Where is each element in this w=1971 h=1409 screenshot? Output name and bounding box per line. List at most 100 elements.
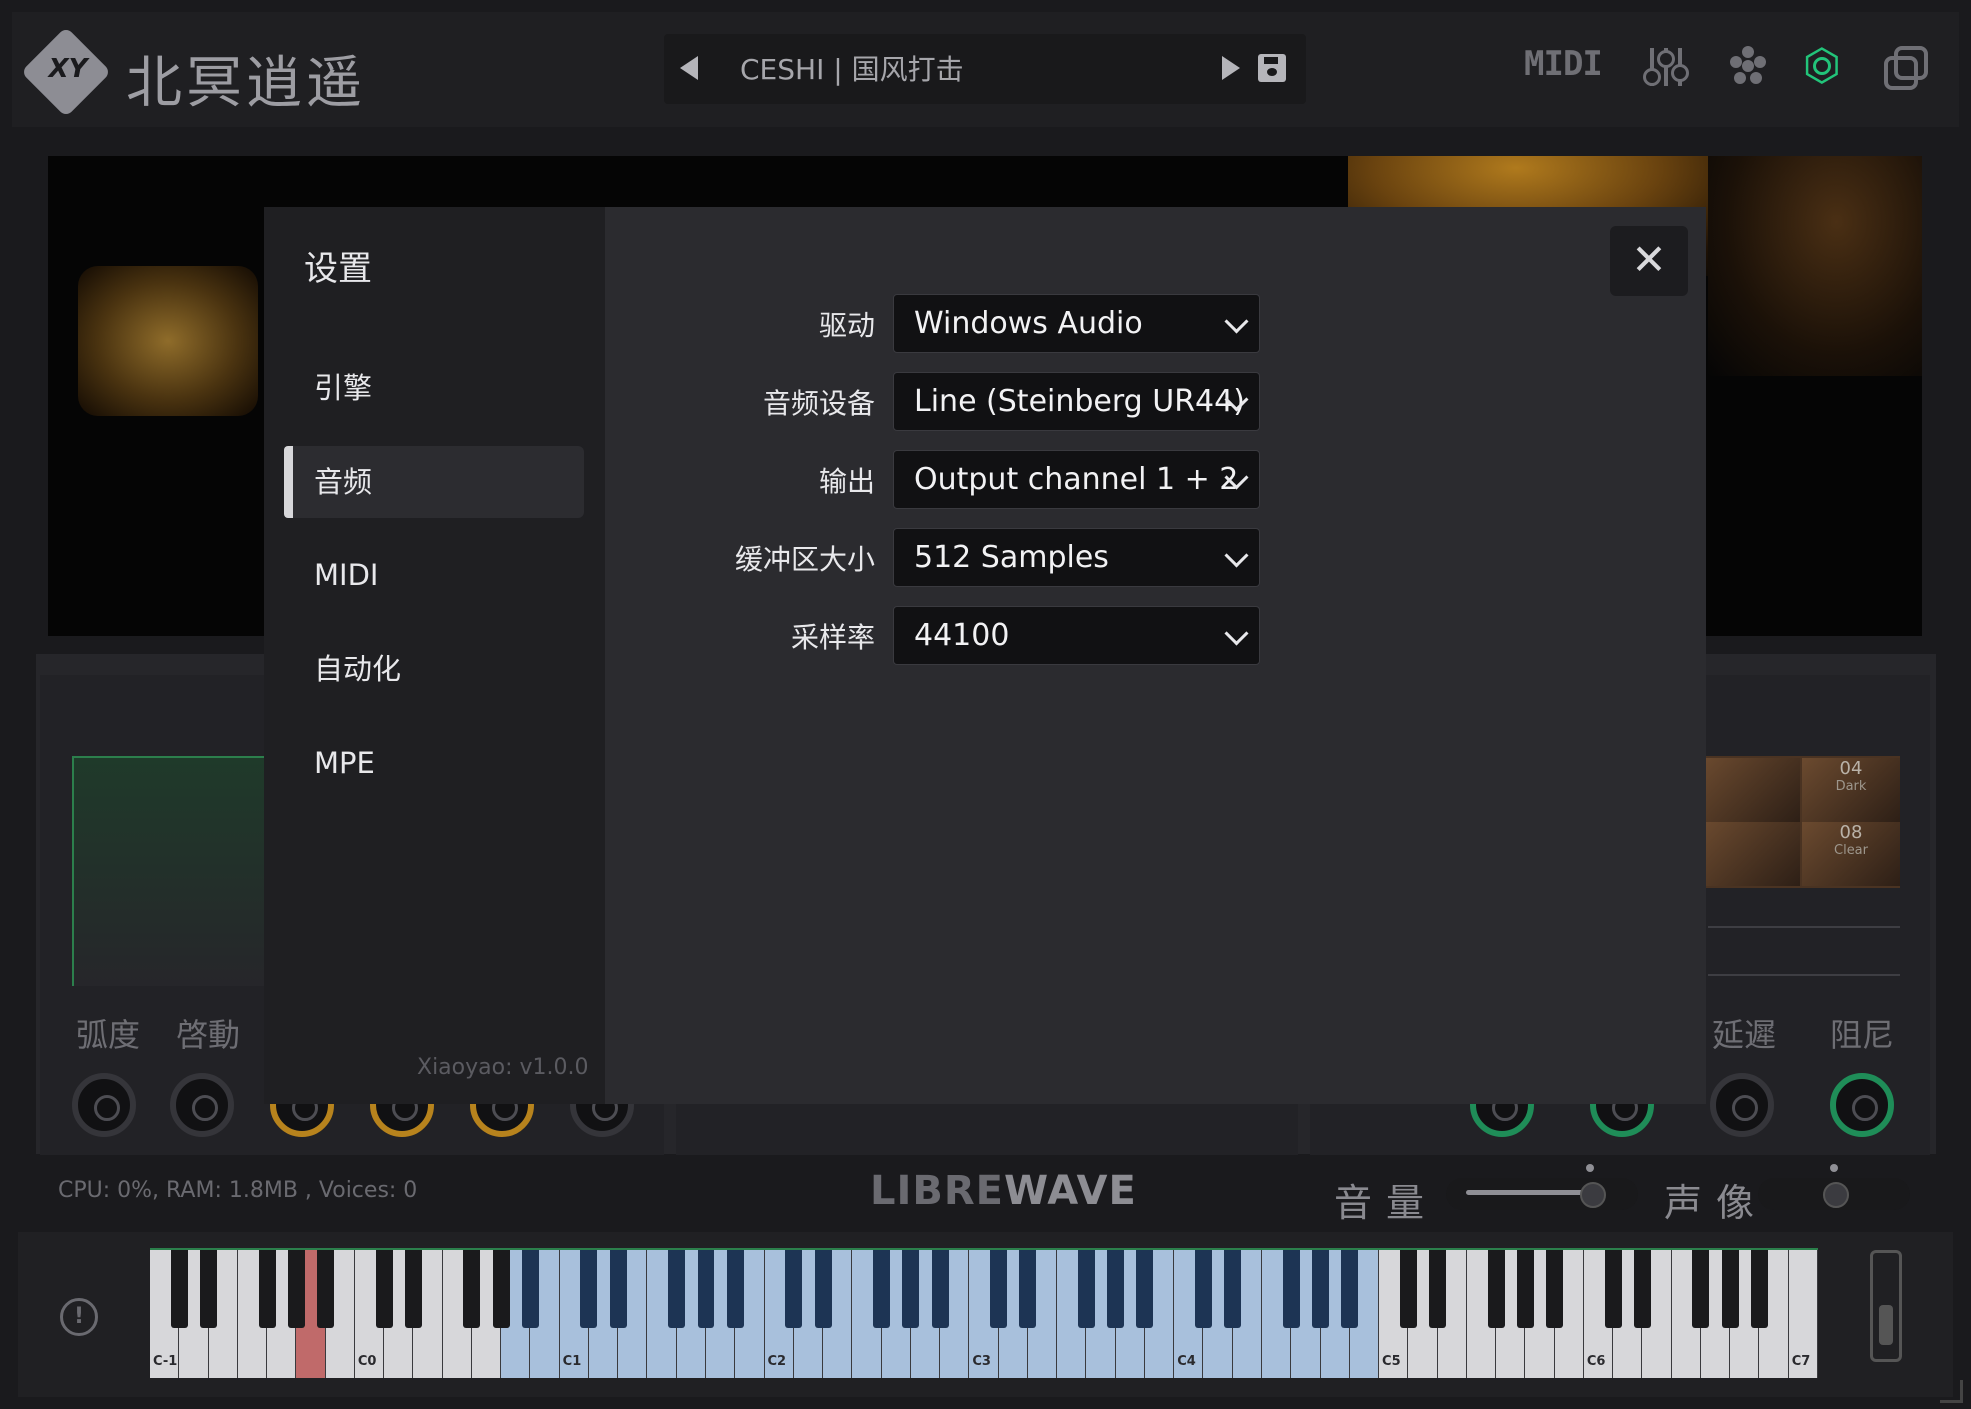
octave-label: C0	[357, 1354, 377, 1369]
envelope-display[interactable]	[72, 756, 274, 986]
preset-name[interactable]: CESHI | 国风打击	[740, 48, 964, 88]
black-key[interactable]	[1399, 1250, 1417, 1328]
chevron-down-icon	[1224, 621, 1249, 646]
black-key[interactable]	[1077, 1250, 1095, 1328]
nav-mpe[interactable]: MPE	[284, 727, 584, 799]
black-key[interactable]	[1750, 1250, 1768, 1328]
next-preset-icon[interactable]	[1222, 56, 1240, 80]
black-key[interactable]	[287, 1250, 305, 1328]
black-key[interactable]	[726, 1250, 744, 1328]
black-key[interactable]	[1487, 1250, 1505, 1328]
save-icon[interactable]	[1258, 54, 1286, 82]
settings-hex-icon[interactable]: ⬡	[1800, 44, 1844, 88]
sample-rate-value: 44100	[914, 618, 1010, 653]
midi-icon[interactable]: MIDI	[1524, 44, 1604, 88]
volume-dot	[1586, 1164, 1594, 1172]
black-key[interactable]	[492, 1250, 510, 1328]
attack-knob[interactable]	[170, 1073, 234, 1137]
black-key[interactable]	[1194, 1250, 1212, 1328]
room-08[interactable]: 08 Clear	[1802, 822, 1900, 886]
flower-icon[interactable]	[1726, 44, 1770, 88]
logo-text: 北冥逍遥	[126, 51, 366, 116]
layers-icon[interactable]	[1882, 44, 1928, 90]
black-key[interactable]	[609, 1250, 627, 1328]
black-key[interactable]	[1341, 1250, 1359, 1328]
black-key[interactable]	[404, 1250, 422, 1328]
nav-engine[interactable]: 引擎	[284, 352, 584, 424]
black-key[interactable]	[1429, 1250, 1447, 1328]
black-key[interactable]	[1282, 1250, 1300, 1328]
mixer-icon[interactable]	[1643, 44, 1689, 88]
volume-thumb[interactable]	[1580, 1182, 1606, 1208]
room-04[interactable]: 04 Dark	[1802, 758, 1900, 822]
plugin-window: XY 北冥逍遥 CESHI | 国风打击 MIDI ⬡ 04 Dark 08 C…	[0, 0, 1971, 1409]
black-key[interactable]	[200, 1250, 217, 1328]
audio-device-select[interactable]: Line (Steinberg UR44)	[893, 372, 1260, 431]
prev-preset-icon[interactable]	[680, 56, 698, 80]
pan-thumb[interactable]	[1823, 1182, 1849, 1208]
black-key[interactable]	[1692, 1250, 1710, 1328]
black-key[interactable]	[814, 1250, 832, 1328]
black-key[interactable]	[1224, 1250, 1242, 1328]
black-key[interactable]	[785, 1250, 803, 1328]
driver-select[interactable]: Windows Audio	[893, 294, 1260, 353]
output-select[interactable]: Output channel 1 + 2	[893, 450, 1260, 509]
nav-midi[interactable]: MIDI	[284, 539, 584, 611]
status-text: CPU: 0%, RAM: 1.8MB , Voices: 0	[58, 1178, 418, 1203]
nav-audio[interactable]: 音频	[284, 446, 584, 518]
black-key[interactable]	[697, 1250, 715, 1328]
output-value: Output channel 1 + 2	[914, 462, 1239, 497]
octave-label: C3	[972, 1354, 991, 1369]
black-key[interactable]	[1604, 1250, 1622, 1328]
octave-label: C2	[767, 1354, 787, 1369]
black-key[interactable]	[1136, 1250, 1154, 1328]
damping-knob[interactable]	[1830, 1073, 1894, 1137]
octave-label: C6	[1586, 1354, 1606, 1369]
curve-knob[interactable]	[72, 1073, 136, 1137]
black-key[interactable]	[521, 1250, 539, 1328]
delay-knob[interactable]	[1710, 1073, 1774, 1137]
black-key[interactable]	[931, 1250, 949, 1328]
black-key[interactable]	[463, 1250, 481, 1328]
black-key[interactable]	[317, 1250, 335, 1328]
black-key[interactable]	[873, 1250, 891, 1328]
black-key[interactable]	[170, 1250, 188, 1328]
drum-image-left	[78, 266, 258, 416]
chevron-down-icon	[1224, 309, 1249, 334]
resize-grip[interactable]	[1940, 1380, 1963, 1403]
close-button[interactable]: ✕	[1610, 226, 1688, 296]
curve-label: 弧度	[76, 1016, 141, 1054]
black-key[interactable]	[1107, 1250, 1125, 1328]
black-key[interactable]	[902, 1250, 920, 1328]
driver-value: Windows Audio	[914, 306, 1143, 341]
buffer-size-select[interactable]: 512 Samples	[893, 528, 1260, 587]
logo-mark: XY	[48, 54, 88, 84]
black-key[interactable]	[1546, 1250, 1564, 1328]
info-icon[interactable]: !	[60, 1298, 98, 1336]
black-key[interactable]	[1721, 1250, 1739, 1328]
brand-part-a: LIBRE	[870, 1168, 1004, 1214]
brand-part-b: WAVE	[1003, 1168, 1137, 1214]
black-key[interactable]	[258, 1250, 276, 1328]
black-key[interactable]	[1516, 1250, 1534, 1328]
black-key[interactable]	[580, 1250, 598, 1328]
chevron-down-icon	[1224, 543, 1249, 568]
room-thumb[interactable]	[1702, 822, 1800, 886]
audio-device-label: 音频设备	[762, 387, 875, 420]
room-number: 04	[1839, 758, 1863, 779]
room-thumb[interactable]	[1702, 758, 1800, 822]
black-key[interactable]	[668, 1250, 686, 1328]
octave-label: C-1	[153, 1354, 178, 1369]
settings-title: 设置	[304, 249, 372, 289]
buffer-size-value: 512 Samples	[914, 540, 1109, 575]
black-key[interactable]	[1312, 1250, 1329, 1328]
sample-rate-select[interactable]: 44100	[893, 606, 1260, 665]
black-key[interactable]	[375, 1250, 393, 1328]
black-key[interactable]	[990, 1250, 1008, 1328]
nav-automation[interactable]: 自动化	[284, 633, 584, 705]
black-key[interactable]	[1633, 1250, 1651, 1328]
version-text: Xiaoyao: v1.0.0	[417, 1055, 589, 1080]
piano-keyboard[interactable]: C-1 C0 C1 C2 C3 C4 C5 C6 C7	[150, 1250, 1818, 1378]
black-key[interactable]	[1019, 1250, 1037, 1328]
pitch-wheel[interactable]	[1870, 1250, 1902, 1362]
